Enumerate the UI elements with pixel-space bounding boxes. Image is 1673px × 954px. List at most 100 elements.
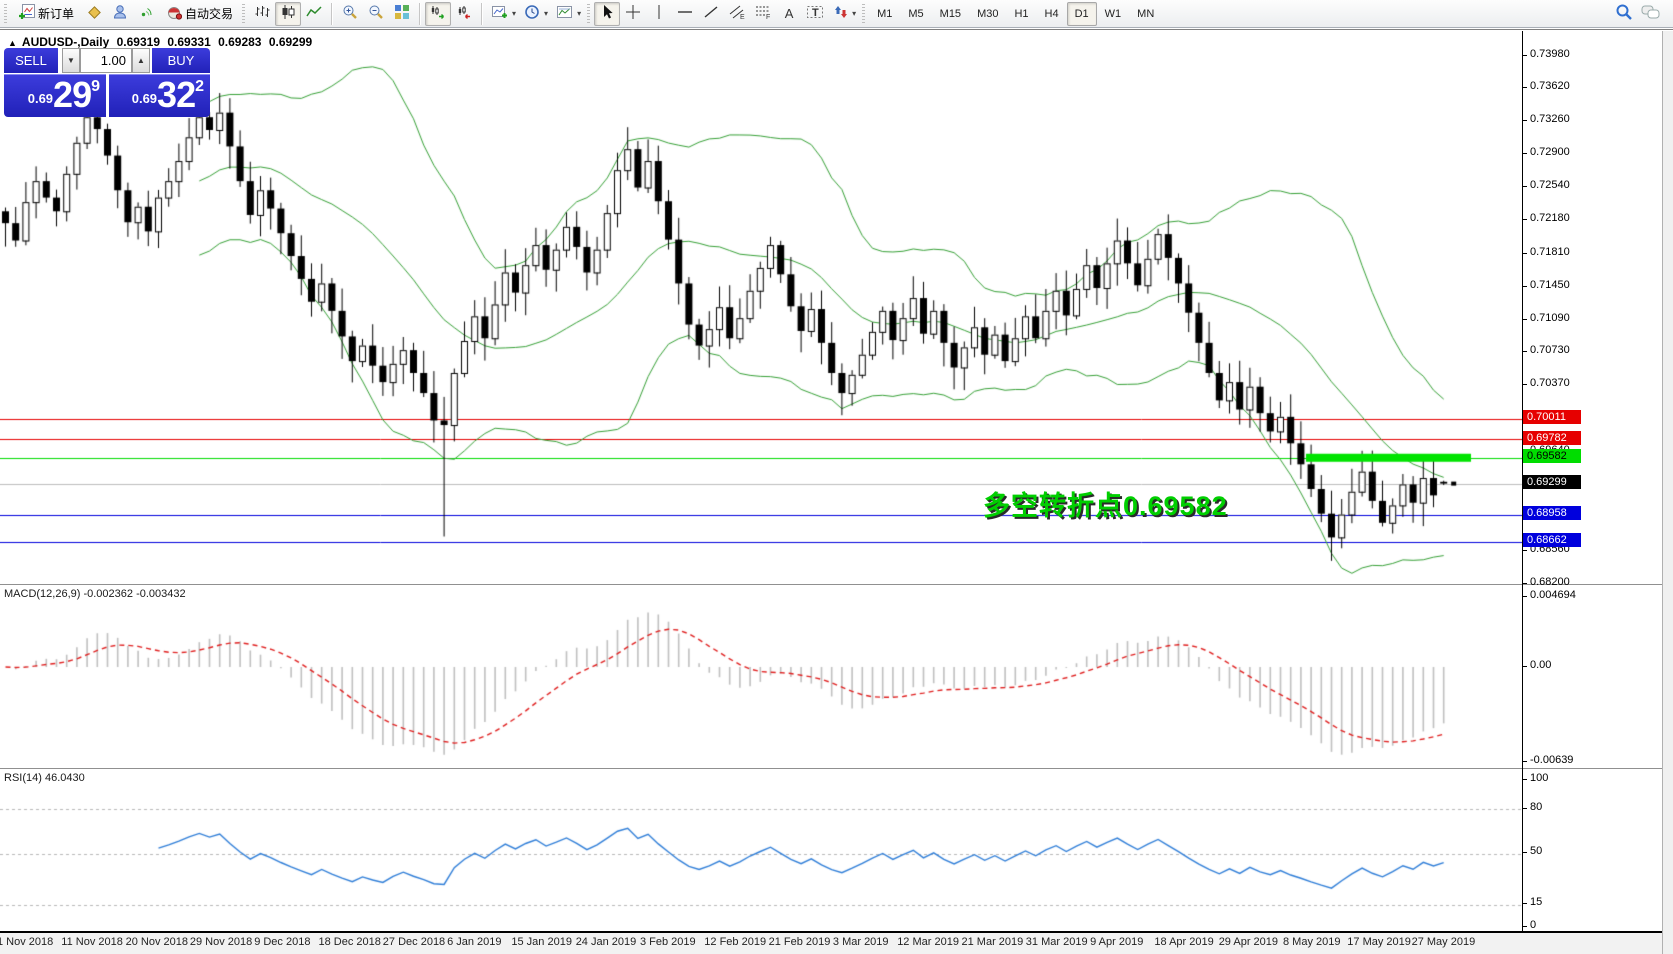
periods-button[interactable]: ▾	[520, 2, 552, 26]
timeframe-button-w1[interactable]: W1	[1097, 2, 1130, 26]
volume-input[interactable]: 1.00	[80, 48, 132, 73]
chat-button[interactable]	[1637, 2, 1665, 26]
toolbar-grip[interactable]	[862, 3, 866, 24]
chart-window: ▲ AUDUSD-,Daily 0.69319 0.69331 0.69283 0…	[0, 29, 1673, 954]
macd-pane-label: MACD(12,26,9) -0.002362 -0.003432	[4, 588, 186, 600]
axis-tick	[1522, 351, 1527, 352]
time-axis: 1 Nov 2018 11 Nov 2018 20 Nov 2018 29 Nov 2…	[0, 933, 1662, 954]
volume-decrease-button[interactable]: ▼	[62, 48, 80, 73]
zoom-in-button[interactable]	[337, 2, 363, 26]
axis-tick-label: 0.70370	[1530, 377, 1570, 389]
horizontal-line-tool-button[interactable]	[672, 2, 698, 26]
pane-separator[interactable]	[0, 584, 1662, 586]
chart-shift-button[interactable]	[451, 2, 477, 26]
chart-canvas[interactable]	[0, 31, 1522, 933]
timeframe-button-m30[interactable]: M30	[969, 2, 1006, 26]
sell-price-point: 9	[91, 78, 100, 95]
pane-separator[interactable]	[0, 768, 1662, 770]
templates-button[interactable]: ▾	[552, 2, 585, 26]
chart-symbol-header: ▲ AUDUSD-,Daily 0.69319 0.69331 0.69283 0…	[8, 35, 316, 49]
svg-text:T: T	[812, 7, 819, 19]
equidistant-channel-icon: E	[729, 4, 745, 23]
timeframe-button-m1[interactable]: M1	[869, 2, 900, 26]
buy-button[interactable]: BUY	[152, 48, 210, 73]
crosshair-tool-button[interactable]	[620, 2, 646, 26]
axis-tick	[1522, 596, 1527, 597]
buy-price-prefix: 0.69	[131, 91, 158, 106]
user-icon	[112, 4, 128, 23]
horizontal-line-icon	[677, 4, 693, 23]
toolbar-grip[interactable]	[587, 3, 591, 24]
toolbar-grip[interactable]	[242, 3, 246, 24]
timeframe-button-mn[interactable]: MN	[1129, 2, 1162, 26]
axis-tick-label: 0.71450	[1530, 279, 1570, 291]
axis-tick-label: 0.70730	[1530, 344, 1570, 356]
collapse-triangle-icon[interactable]: ▲	[8, 38, 17, 48]
line-chart-mode-button[interactable]	[301, 2, 327, 26]
zoom-out-button[interactable]	[363, 2, 389, 26]
axis-tick-label: 100	[1530, 772, 1549, 784]
buy-price-button[interactable]: 0.69322	[109, 74, 210, 117]
toolbar-separator	[331, 2, 334, 25]
axis-tick-label: 50	[1530, 845, 1543, 857]
sell-button[interactable]: SELL	[4, 48, 58, 73]
down-arrow-icon: ▼	[67, 56, 75, 65]
new-order-label: 新订单	[38, 7, 75, 21]
search-icon	[1615, 3, 1633, 24]
date-label: 31 Mar 2019	[1025, 936, 1088, 948]
text-tool-button[interactable]: A	[776, 2, 802, 26]
auto-trading-button[interactable]: 自动交易	[159, 2, 240, 26]
ohlc-high: 0.69331	[167, 35, 211, 49]
text-label-tool-button[interactable]: T	[802, 2, 828, 26]
timeframe-button-h4[interactable]: H4	[1037, 2, 1067, 26]
chart-annotation-text[interactable]: 多空转折点0.69582	[983, 484, 1228, 523]
date-label: 27 Dec 2018	[382, 936, 446, 948]
sell-price-button[interactable]: 0.69299	[4, 74, 106, 117]
timeframe-button-m5[interactable]: M5	[900, 2, 931, 26]
bar-chart-mode-button[interactable]	[249, 2, 275, 26]
chat-icon	[1641, 4, 1661, 24]
market-watch-button[interactable]	[81, 2, 107, 26]
trendline-tool-button[interactable]	[698, 2, 724, 26]
date-label: 15 Jan 2019	[511, 936, 572, 948]
axis-tick	[1522, 779, 1527, 780]
axis-tick	[1522, 384, 1527, 385]
rsi-pane-label: RSI(14) 46.0430	[4, 772, 85, 784]
volume-increase-button[interactable]: ▲	[132, 48, 150, 73]
timeframe-button-m15[interactable]: M15	[932, 2, 969, 26]
candle-chart-mode-button[interactable]	[275, 1, 302, 26]
date-label: 29 Nov 2018	[189, 936, 253, 948]
svg-text:F: F	[766, 14, 770, 20]
toolbar-grip[interactable]	[4, 3, 7, 24]
support-line-badge: 0.68958	[1523, 506, 1581, 520]
axis-tick-label: 0.73980	[1530, 48, 1570, 60]
tile-windows-button[interactable]	[389, 2, 415, 26]
search-button[interactable]	[1611, 2, 1637, 26]
cursor-icon	[599, 4, 615, 23]
date-label: 6 Jan 2019	[447, 936, 502, 948]
new-order-button[interactable]: 新订单	[11, 2, 81, 26]
date-label: 9 Apr 2019	[1090, 936, 1144, 948]
signals-button[interactable]	[133, 2, 159, 26]
axis-tick	[1522, 120, 1527, 121]
toolbar-separator	[481, 2, 484, 25]
timeframe-button-d1[interactable]: D1	[1066, 1, 1097, 26]
vertical-line-tool-button[interactable]	[646, 2, 672, 26]
chevron-down-icon: ▾	[512, 9, 517, 18]
arrows-tool-button[interactable]: ▾	[828, 2, 860, 26]
sell-label: SELL	[15, 53, 47, 68]
fibonacci-tool-button[interactable]: F	[750, 2, 776, 26]
cursor-tool-button[interactable]	[594, 1, 621, 26]
timeframe-button-h1[interactable]: H1	[1006, 2, 1036, 26]
axis-tick	[1522, 550, 1527, 551]
sell-price-prefix: 0.69	[27, 91, 54, 106]
accounts-button[interactable]	[107, 2, 133, 26]
axis-tick-label: 80	[1530, 801, 1543, 813]
channel-tool-button[interactable]: E	[724, 2, 750, 26]
axis-tick-label: 0.73620	[1530, 80, 1570, 92]
axis-tick	[1522, 87, 1527, 88]
auto-trading-icon	[166, 4, 183, 23]
indicators-button[interactable]: ▾	[487, 2, 520, 26]
auto-scroll-button[interactable]	[425, 1, 452, 26]
line-chart-icon	[306, 4, 322, 23]
